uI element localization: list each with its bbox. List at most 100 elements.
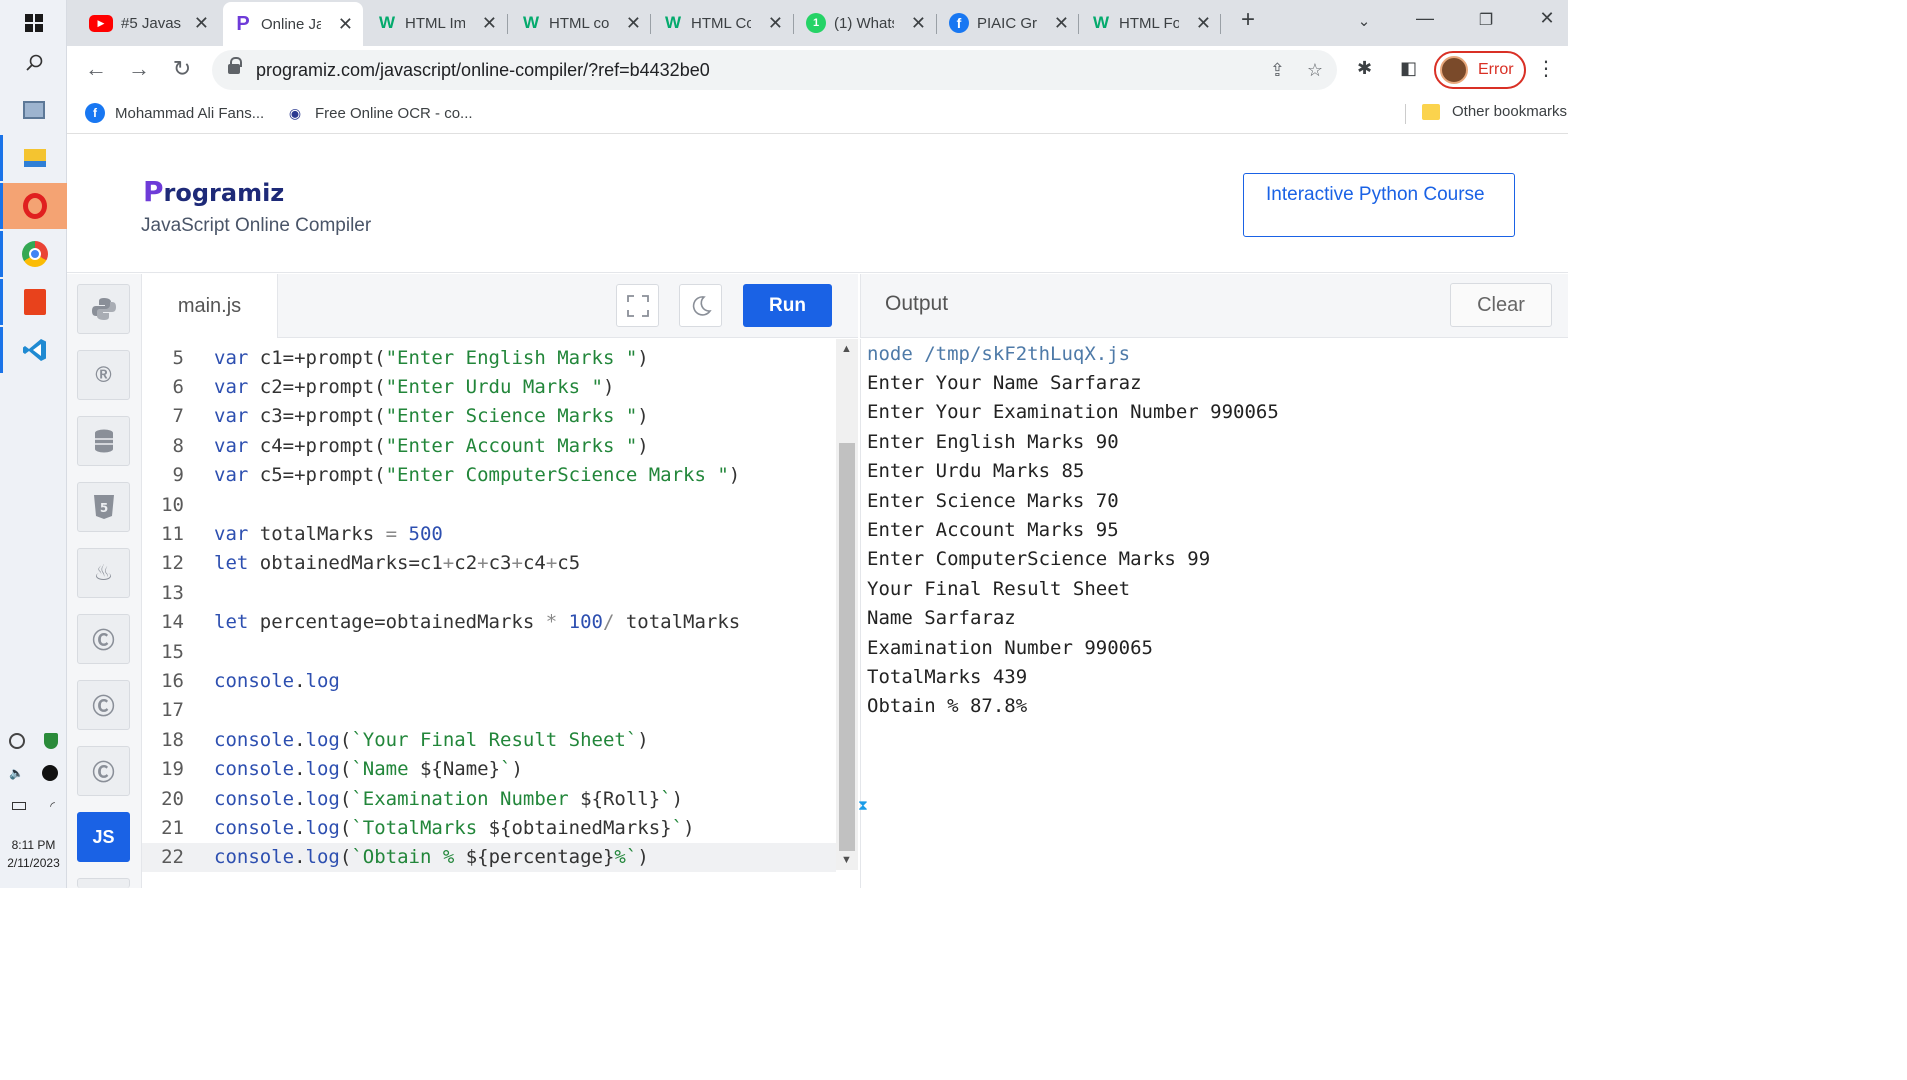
lang-python-button[interactable] — [77, 284, 130, 334]
lang-java-button[interactable]: ♨ — [77, 548, 130, 598]
lang-html-button[interactable]: 5 — [77, 482, 130, 532]
close-tab-icon[interactable]: ✕ — [338, 14, 353, 35]
database-icon — [94, 429, 113, 453]
code-line[interactable]: 22 console.log(`Obtain % ${percentage}%`) — [142, 842, 836, 873]
address-bar[interactable]: programiz.com/javascript/online-compiler… — [212, 50, 1337, 90]
code-line[interactable]: 17 — [142, 696, 836, 725]
line-number: 6 — [172, 376, 184, 399]
tab-piaic-group[interactable]: f PIAIC Group ✕ — [939, 4, 1079, 42]
app-tray-icon[interactable] — [41, 765, 58, 781]
ocr-icon: ◉ — [285, 103, 305, 123]
tab-online-compiler[interactable]: P Online JavaScript ✕ — [223, 2, 363, 46]
close-tab-icon[interactable]: ✕ — [626, 13, 641, 34]
tab-youtube[interactable]: ▶ #5 Javascript ✕ — [79, 4, 219, 42]
code-line[interactable]: 10 — [142, 490, 836, 519]
clear-button[interactable]: Clear — [1450, 283, 1552, 327]
lang-c-button[interactable]: Ⓒ — [77, 614, 130, 664]
reload-button[interactable]: ↻ — [167, 56, 197, 82]
lang-r-button[interactable]: ® — [77, 350, 130, 400]
security-shield-icon[interactable] — [43, 733, 58, 749]
file-tab-main-js[interactable]: main.js — [142, 274, 278, 338]
minimize-button[interactable]: — — [1410, 8, 1440, 29]
code-line[interactable]: 11 var totalMarks = 500 — [142, 519, 836, 548]
tab-html-colors-2[interactable]: W HTML Colors ✕ — [653, 4, 793, 42]
chrome-menu-icon[interactable]: ⋮ — [1536, 56, 1556, 81]
lock-icon[interactable] — [228, 57, 242, 76]
windows-logo-icon — [24, 14, 43, 32]
battery-icon[interactable] — [12, 802, 27, 810]
code-line[interactable]: 18 console.log(`Your Final Result Sheet`) — [142, 725, 836, 754]
close-window-button[interactable]: ✕ — [1532, 8, 1562, 29]
panel-resize-handle-icon[interactable]: ⧗ — [858, 797, 868, 819]
restore-button[interactable]: ❐ — [1471, 10, 1501, 30]
tab-html-forms[interactable]: W HTML Forms ✕ — [1081, 4, 1221, 42]
code-token: * — [545, 611, 558, 634]
code-token: c3 — [488, 552, 512, 575]
code-line[interactable]: 9 var c5=+prompt("Enter ComputerScience M… — [142, 461, 836, 490]
code-line[interactable]: 16 console.log — [142, 666, 836, 695]
lang-more-button[interactable] — [77, 878, 130, 888]
editor-scrollbar[interactable]: ▲ ▼ — [836, 339, 858, 870]
code-token: console — [214, 787, 295, 810]
code-line[interactable]: 20 console.log(`Examination Number ${Roll… — [142, 784, 836, 813]
lang-cpp-button[interactable]: Ⓒ — [77, 746, 130, 796]
code-token: ` — [500, 758, 512, 781]
tab-html-colors[interactable]: W HTML colors ✕ — [511, 4, 651, 42]
close-tab-icon[interactable]: ✕ — [194, 13, 209, 34]
code-line[interactable]: 21 console.log(`TotalMarks ${obtainedMark… — [142, 813, 836, 842]
extensions-puzzle-icon[interactable]: ✱ — [1357, 58, 1372, 79]
code-line[interactable]: 7 var c3=+prompt("Enter Science Marks ") — [142, 402, 836, 431]
close-tab-icon[interactable]: ✕ — [1054, 13, 1069, 34]
code-line[interactable]: 13 — [142, 578, 836, 607]
tab-whatsapp[interactable]: 1 (1) WhatsApp ✕ — [796, 4, 936, 42]
code-line[interactable]: 5 var c1=+prompt("Enter English Marks ") — [142, 343, 836, 372]
taskbar-app-photos[interactable] — [0, 87, 67, 133]
scrollbar-thumb[interactable] — [839, 443, 855, 851]
bookmark-item-mohammad-ali[interactable]: f Mohammad Ali Fans... — [85, 103, 264, 123]
code-line[interactable]: 19 console.log(`Name ${Name}`) — [142, 755, 836, 784]
other-bookmarks-folder[interactable]: Other bookmarks — [1422, 103, 1567, 120]
new-tab-button[interactable]: + — [1233, 6, 1263, 34]
lang-sql-button[interactable] — [77, 416, 130, 466]
taskbar-app-pdf[interactable] — [0, 279, 67, 325]
interactive-python-course-button[interactable]: Interactive Python Course — [1243, 173, 1515, 237]
close-tab-icon[interactable]: ✕ — [768, 13, 783, 34]
code-line[interactable]: 12 let obtainedMarks=c1+c2+c3+c4+c5 — [142, 549, 836, 578]
code-line[interactable]: 8 var c4=+prompt("Enter Account Marks ") — [142, 431, 836, 460]
run-button[interactable]: Run — [743, 284, 832, 327]
close-tab-icon[interactable]: ✕ — [1196, 13, 1211, 34]
taskbar-app-opera[interactable] — [0, 183, 67, 229]
close-tab-icon[interactable]: ✕ — [482, 13, 497, 34]
taskbar-app-chrome[interactable] — [0, 231, 67, 277]
code-line[interactable]: 15 — [142, 637, 836, 666]
fullscreen-button[interactable] — [616, 284, 659, 327]
lang-javascript-button[interactable]: JS — [77, 812, 130, 862]
forward-button[interactable]: → — [124, 56, 154, 82]
lang-csharp-button[interactable]: Ⓒ — [77, 680, 130, 730]
search-taskbar-button[interactable] — [0, 40, 67, 86]
tab-search-button[interactable]: ⌄ — [1349, 12, 1379, 30]
taskbar-app-vscode[interactable] — [0, 327, 67, 373]
back-button[interactable]: ← — [81, 56, 111, 82]
share-icon[interactable]: ⇪ — [1270, 60, 1285, 81]
profile-button[interactable]: Error — [1434, 51, 1526, 89]
dark-mode-toggle[interactable] — [679, 284, 722, 327]
taskbar-app-file-explorer[interactable] — [0, 135, 67, 181]
scroll-up-arrow-icon[interactable]: ▲ — [841, 343, 852, 355]
bookmark-star-icon[interactable]: ☆ — [1307, 60, 1323, 81]
close-tab-icon[interactable]: ✕ — [911, 13, 926, 34]
grammarly-icon[interactable] — [9, 733, 26, 749]
bookmark-item-free-ocr[interactable]: ◉ Free Online OCR - co... — [285, 103, 473, 123]
side-panel-icon[interactable]: ◧ — [1400, 58, 1417, 79]
code-editor[interactable]: 5 var c1=+prompt("Enter English Marks ") 6… — [142, 339, 836, 888]
taskbar-clock[interactable]: 8:11 PM 2/11/2023 — [0, 836, 67, 872]
programiz-logo[interactable]: Programiz — [143, 175, 284, 208]
volume-icon[interactable]: 🔈 — [9, 766, 24, 780]
code-line[interactable]: 14 let percentage=obtainedMarks * 100/ to… — [142, 608, 836, 637]
output-command-line: node /tmp/skF2thLuqX.js — [867, 342, 1131, 365]
code-line[interactable]: 6 var c2=+prompt("Enter Urdu Marks ") — [142, 372, 836, 401]
scroll-down-arrow-icon[interactable]: ▼ — [841, 854, 852, 866]
tab-html-images[interactable]: W HTML Images ✕ — [367, 4, 507, 42]
programiz-icon: P — [236, 12, 250, 35]
wifi-icon[interactable]: ◜ — [50, 799, 55, 813]
